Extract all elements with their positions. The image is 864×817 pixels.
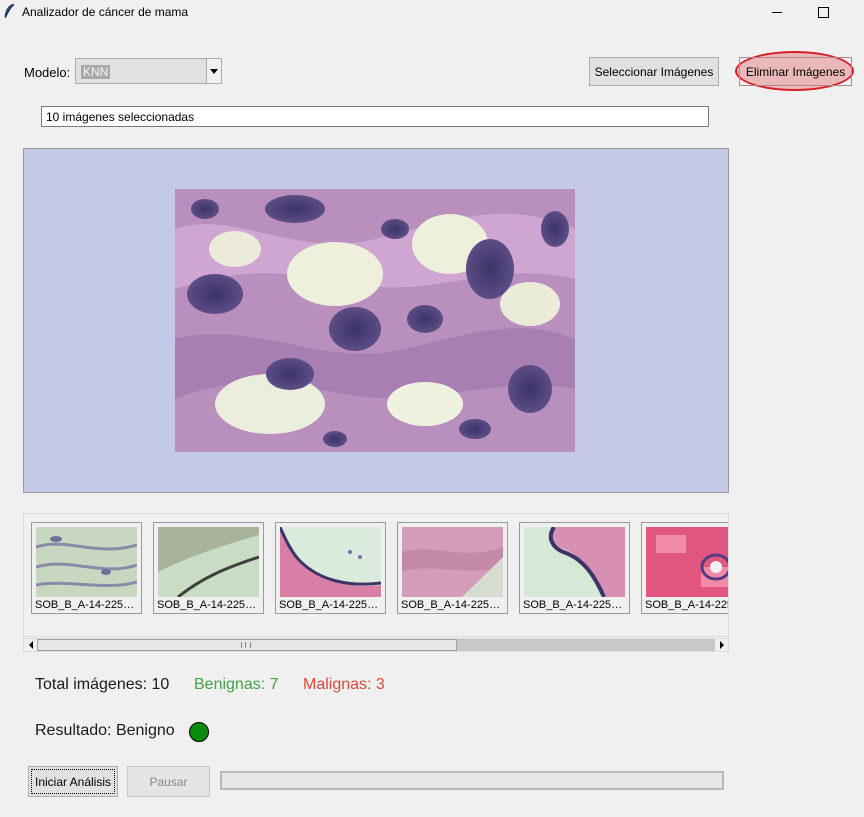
thumbnail-item[interactable]: SOB_B_A-14-22549AB-40-006.png <box>641 522 729 614</box>
model-combobox[interactable]: KNN <box>75 58 222 84</box>
start-analysis-button[interactable]: Iniciar Análisis <box>28 766 118 797</box>
focus-outline <box>31 769 115 794</box>
selection-status-field[interactable]: 10 imágenes seleccionadas <box>41 106 709 127</box>
total-images-label: Total imágenes: 10 <box>35 676 170 693</box>
thumbnail-image <box>36 527 137 597</box>
scroll-left-button[interactable] <box>24 639 37 651</box>
thumbnail-label: SOB_B_A-14-22549AB-40-005.png <box>523 599 627 611</box>
horizontal-scrollbar[interactable] <box>23 638 729 652</box>
scroll-right-button[interactable] <box>715 639 728 651</box>
thumbnail-image <box>280 527 381 597</box>
thumbnail-strip[interactable]: SOB_B_A-14-22549AB-40-001.png SOB_B_A-14… <box>23 513 729 637</box>
select-images-button[interactable]: Seleccionar Imágenes <box>589 57 719 86</box>
thumbnail-item[interactable]: SOB_B_A-14-22549AB-40-004.png <box>397 522 508 614</box>
pause-button[interactable]: Pausar <box>127 766 210 797</box>
window-title: Analizador de cáncer de mama <box>22 5 189 19</box>
thumbnail-label: SOB_B_A-14-22549AB-40-001.png <box>35 599 139 611</box>
maximize-button[interactable] <box>800 0 846 24</box>
thumbnail-label: SOB_B_A-14-22549AB-40-004.png <box>401 599 505 611</box>
maximize-icon <box>817 6 829 18</box>
malign-count-label: Malignas: 3 <box>303 676 385 693</box>
model-selected-value: KNN <box>81 65 111 79</box>
minimize-button[interactable] <box>754 0 800 24</box>
thumbnail-item[interactable]: SOB_B_A-14-22549AB-40-001.png <box>31 522 142 614</box>
benign-count-label: Benignas: 7 <box>194 676 279 693</box>
grip-icon <box>241 642 251 648</box>
thumbnail-item[interactable]: SOB_B_A-14-22549AB-40-003.png <box>275 522 386 614</box>
result-label: Resultado: Benigno <box>35 722 175 739</box>
chevron-down-icon <box>210 68 218 74</box>
combobox-dropdown-button[interactable] <box>206 59 221 83</box>
thumbnail-image <box>646 527 728 597</box>
thumbnail-image <box>524 527 625 597</box>
thumbnail-label: SOB_B_A-14-22549AB-40-006.png <box>645 599 729 611</box>
thumbnail-item[interactable]: SOB_B_A-14-22549AB-40-002.png <box>153 522 264 614</box>
result-indicator <box>189 722 209 742</box>
thumbnail-image <box>158 527 259 597</box>
feather-icon <box>4 3 15 19</box>
minimize-icon <box>772 11 782 13</box>
histology-preview-image <box>175 189 575 452</box>
arrow-right-icon <box>719 641 724 649</box>
remove-images-button[interactable]: Eliminar Imágenes <box>739 57 852 86</box>
thumbnail-item[interactable]: SOB_B_A-14-22549AB-40-005.png <box>519 522 630 614</box>
analysis-progress-bar <box>220 771 724 790</box>
model-label: Modelo: <box>24 65 71 80</box>
thumbnail-label: SOB_B_A-14-22549AB-40-003.png <box>279 599 383 611</box>
thumbnail-image <box>402 527 503 597</box>
scrollbar-track[interactable] <box>457 639 715 651</box>
scrollbar-thumb[interactable] <box>37 639 457 651</box>
arrow-left-icon <box>28 641 33 649</box>
thumbnail-label: SOB_B_A-14-22549AB-40-002.png <box>157 599 261 611</box>
